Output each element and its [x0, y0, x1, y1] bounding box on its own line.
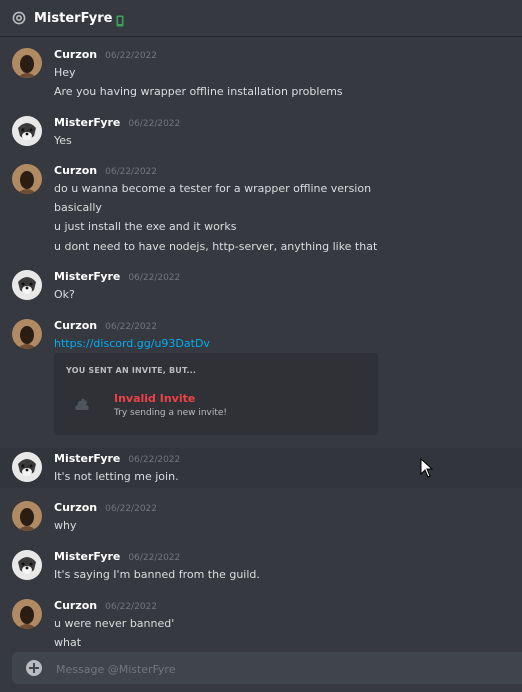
message-header: MisterFyre 06/22/2022: [54, 550, 180, 563]
message-text: u were never banned': [54, 617, 175, 630]
author-name[interactable]: Curzon: [54, 164, 97, 177]
message-input[interactable]: [54, 652, 518, 686]
author-name[interactable]: Curzon: [54, 599, 97, 612]
message-group: Curzon 06/22/2022 why: [0, 497, 522, 537]
author-name[interactable]: MisterFyre: [54, 452, 120, 465]
message-text: basically: [54, 201, 102, 214]
message-header: Curzon 06/22/2022: [54, 501, 157, 514]
message-header: Curzon 06/22/2022: [54, 48, 157, 61]
author-name[interactable]: MisterFyre: [54, 116, 120, 129]
author-name[interactable]: Curzon: [54, 48, 97, 61]
plus-icon: [29, 663, 39, 673]
timestamp: 06/22/2022: [105, 51, 157, 61]
avatar[interactable]: [12, 270, 42, 300]
message-text: Yes: [54, 134, 72, 147]
message-text: why: [54, 519, 77, 532]
message-group: MisterFyre 06/22/2022 It's not letting m…: [0, 448, 522, 488]
message-header: Curzon 06/22/2022: [54, 319, 157, 332]
avatar[interactable]: [12, 116, 42, 146]
message-group: Curzon 06/22/2022 Hey Are you having wra…: [0, 42, 522, 102]
message-group: MisterFyre 06/22/2022 Ok?: [0, 266, 522, 306]
message-text: It's saying I'm banned from the guild.: [54, 568, 260, 581]
timestamp: 06/22/2022: [105, 167, 157, 177]
message-header: Curzon 06/22/2022: [54, 164, 157, 177]
message-text: Hey: [54, 66, 76, 79]
timestamp: 06/22/2022: [128, 455, 181, 465]
avatar[interactable]: [12, 48, 42, 78]
message-text: u dont need to have nodejs, http-server,…: [54, 240, 378, 253]
timestamp: 06/22/2022: [128, 273, 181, 283]
add-attachment-button[interactable]: [26, 660, 42, 676]
avatar[interactable]: [12, 599, 42, 629]
avatar[interactable]: [12, 501, 42, 531]
message-header: Curzon 06/22/2022: [54, 599, 157, 612]
message-text: what: [54, 636, 82, 649]
message-header: MisterFyre 06/22/2022: [54, 116, 180, 129]
timestamp: 06/22/2022: [105, 504, 157, 514]
poop-icon: [70, 391, 94, 415]
author-name[interactable]: Curzon: [54, 501, 97, 514]
invite-embed: YOU SENT AN INVITE, BUT... Invalid Invit…: [54, 353, 378, 435]
timestamp: 06/22/2022: [105, 322, 157, 332]
message-text: do u wanna become a tester for a wrapper…: [54, 182, 372, 195]
avatar[interactable]: [12, 550, 42, 580]
author-name[interactable]: Curzon: [54, 319, 97, 332]
message-composer: [12, 652, 522, 686]
message-group: MisterFyre 06/22/2022 It's saying I'm ba…: [0, 546, 522, 586]
author-name[interactable]: MisterFyre: [54, 550, 120, 563]
invite-link[interactable]: https://discord.gg/u93DatDv: [54, 337, 210, 350]
author-name[interactable]: MisterFyre: [54, 270, 120, 283]
invite-subtitle: Try sending a new invite!: [114, 408, 228, 418]
message-text: u just install the exe and it works: [54, 220, 237, 233]
timestamp: 06/22/2022: [105, 602, 157, 612]
channel-header: MisterFyre: [0, 0, 522, 36]
mouse-cursor-icon: [420, 458, 434, 478]
mobile-icon: [116, 12, 124, 27]
message-group: MisterFyre 06/22/2022 Yes: [0, 112, 522, 152]
avatar[interactable]: [12, 164, 42, 194]
message-text: Are you having wrapper offline installat…: [54, 85, 343, 98]
avatar[interactable]: [12, 319, 42, 349]
timestamp: 06/22/2022: [128, 119, 181, 129]
message-text: Ok?: [54, 288, 75, 301]
invite-label: YOU SENT AN INVITE, BUT...: [66, 366, 197, 375]
invite-title: Invalid Invite: [114, 392, 196, 405]
at-icon: [12, 11, 26, 25]
message-group: Curzon 06/22/2022 https://discord.gg/u93…: [0, 315, 522, 437]
message-group: Curzon 06/22/2022 do u wanna become a te…: [0, 160, 522, 258]
timestamp: 06/22/2022: [128, 553, 181, 563]
message-group: Curzon 06/22/2022 u were never banned' w…: [0, 595, 522, 655]
dm-username: MisterFyre: [34, 10, 113, 26]
avatar[interactable]: [12, 452, 42, 482]
message-header: MisterFyre 06/22/2022: [54, 270, 180, 283]
message-header: MisterFyre 06/22/2022: [54, 452, 180, 465]
message-text: It's not letting me join.: [54, 470, 179, 483]
message-list[interactable]: Curzon 06/22/2022 Hey Are you having wra…: [0, 36, 522, 656]
